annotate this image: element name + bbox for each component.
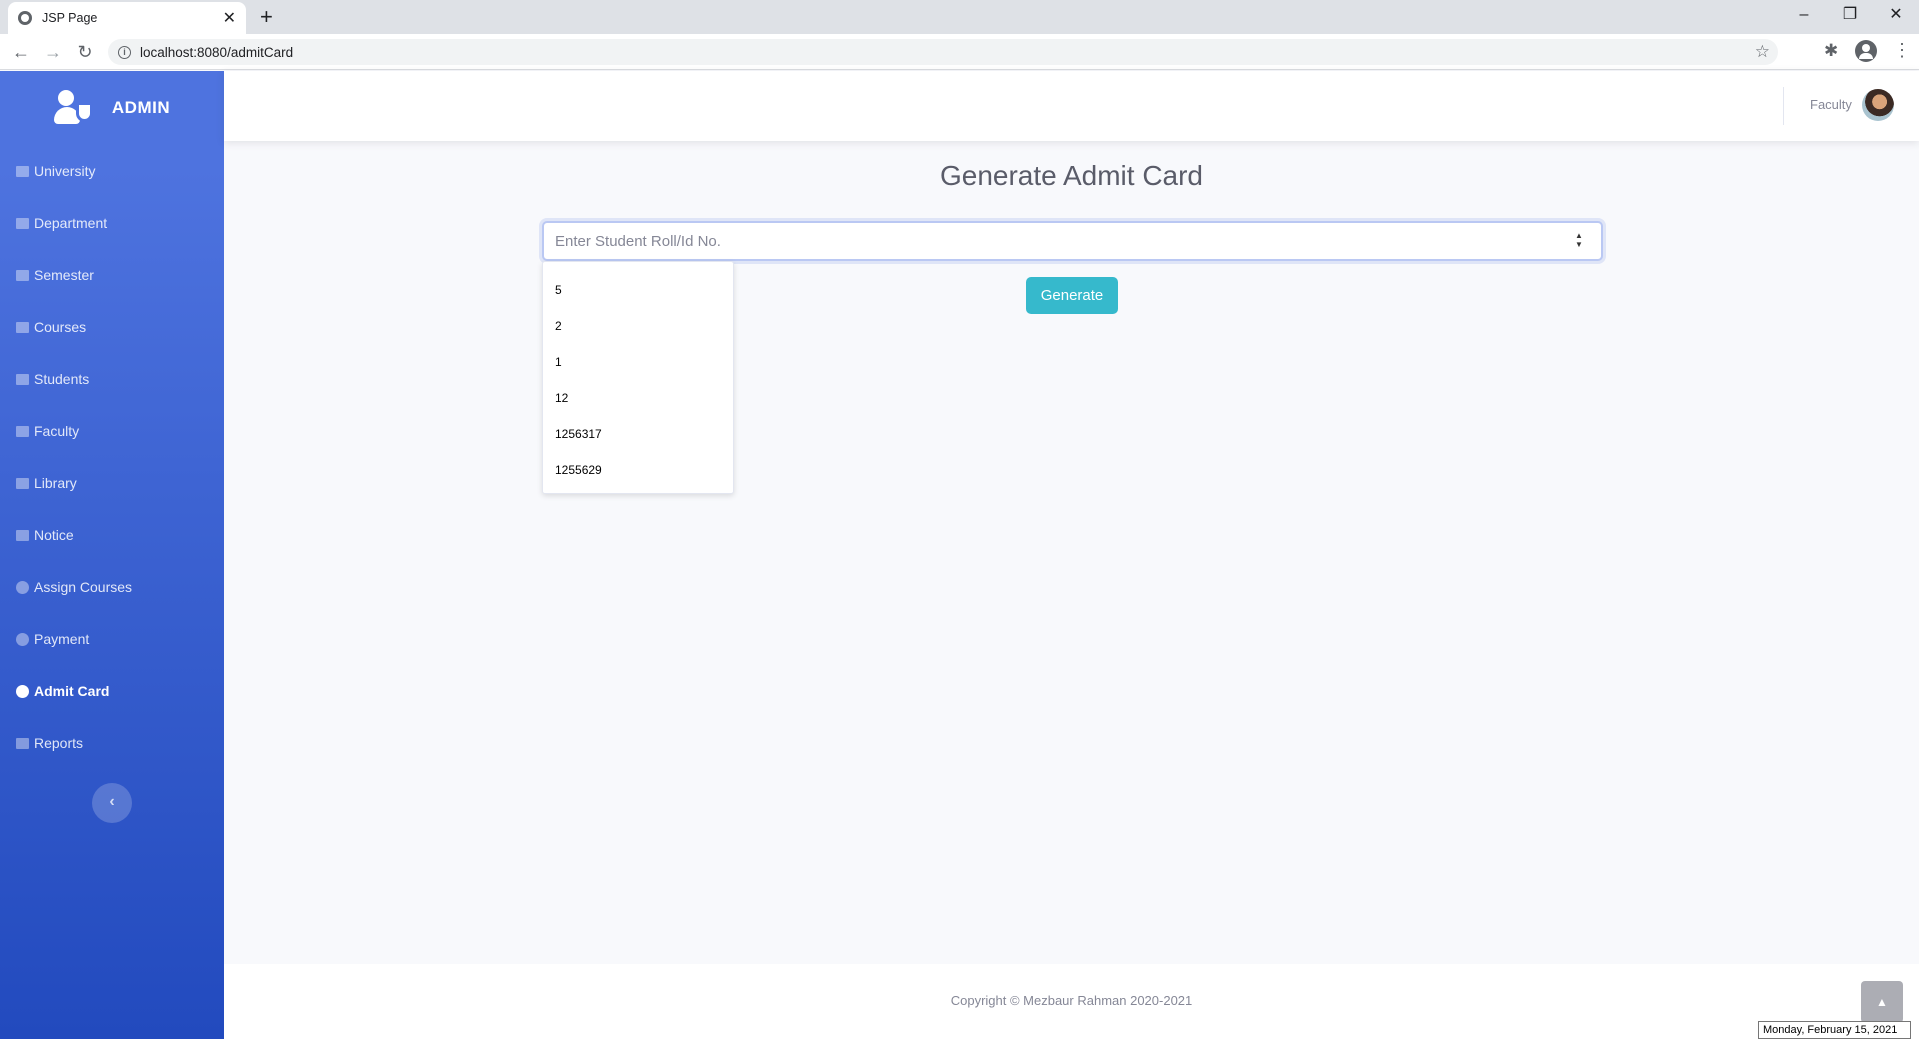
sidebar-item-label: Payment: [34, 631, 90, 647]
info-icon[interactable]: i: [118, 45, 131, 59]
book-icon: [16, 477, 29, 489]
sidebar-item-label: Courses: [34, 319, 87, 335]
sidebar-brand[interactable]: ADMIN: [0, 71, 224, 145]
forward-icon[interactable]: →: [41, 40, 65, 64]
browser-tab-strip: JSP Page ✕ + – ❐ ✕: [0, 0, 1919, 34]
generate-button[interactable]: Generate: [1026, 277, 1118, 314]
autocomplete-option[interactable]: 2: [543, 308, 733, 344]
sidebar-item-label: Library: [34, 475, 77, 491]
scroll-to-top-button[interactable]: ▲: [1861, 981, 1903, 1023]
sidebar-item-assign-courses[interactable]: Assign Courses: [0, 561, 224, 613]
sidebar-item-label: University: [34, 163, 96, 179]
autocomplete-option[interactable]: 1256317: [543, 416, 733, 452]
sidebar-item-admit-card[interactable]: Admit Card: [0, 665, 224, 717]
sidebar-item-label: Admit Card: [34, 683, 110, 699]
sidebar-item-department[interactable]: Department: [0, 197, 224, 249]
tab-title: JSP Page: [42, 11, 98, 25]
close-window-button[interactable]: ✕: [1873, 2, 1919, 28]
globe-icon: [18, 11, 32, 25]
minimize-button[interactable]: –: [1781, 2, 1827, 28]
file-icon: [16, 737, 29, 749]
roll-id-input[interactable]: [542, 221, 1603, 261]
sidebar-item-library[interactable]: Library: [0, 457, 224, 509]
table-icon: [16, 321, 29, 333]
autocomplete-option[interactable]: 1: [543, 344, 733, 380]
profile-icon[interactable]: [1855, 40, 1877, 62]
graduation-cap-icon: [16, 373, 29, 385]
sidebar: ADMIN University Department Semester Course…: [0, 71, 224, 1039]
reload-icon[interactable]: ↻: [73, 40, 97, 64]
bookmark-star-icon[interactable]: ☆: [1755, 42, 1770, 62]
university-icon: [16, 165, 29, 177]
sidebar-item-label: Semester: [34, 267, 94, 283]
sidebar-item-semester[interactable]: Semester: [0, 249, 224, 301]
sidebar-item-reports[interactable]: Reports: [0, 717, 224, 769]
number-spinner-icon[interactable]: ▲ ▼: [1573, 231, 1585, 251]
address-bar-row: ← → ↻ i localhost:8080/admitCard ☆ ✱: [0, 34, 1919, 70]
sidebar-item-label: Department: [34, 215, 108, 231]
sidebar-item-label: Notice: [34, 527, 74, 543]
circle-icon: [16, 580, 29, 594]
sidebar-item-courses[interactable]: Courses: [0, 301, 224, 353]
avatar[interactable]: [1862, 89, 1894, 121]
sidebar-item-label: Faculty: [34, 423, 80, 439]
topbar-divider: [1783, 87, 1784, 125]
back-icon[interactable]: ←: [9, 40, 33, 64]
browser-menu-icon[interactable]: ⋮: [1893, 40, 1911, 61]
page-title: Generate Admit Card: [939, 160, 1204, 191]
extensions-icon[interactable]: ✱: [1824, 41, 1838, 61]
tab-close-icon[interactable]: ✕: [223, 8, 236, 28]
sidebar-item-faculty[interactable]: Faculty: [0, 405, 224, 457]
table-icon: [16, 269, 29, 281]
sidebar-toggle-button[interactable]: ‹: [92, 783, 132, 823]
sidebar-item-payment[interactable]: Payment: [0, 613, 224, 665]
autocomplete-option[interactable]: 1255629: [543, 452, 733, 488]
sidebar-item-notice[interactable]: Notice: [0, 509, 224, 561]
user-shield-icon: [53, 90, 96, 126]
circle-icon: [16, 632, 29, 646]
brand-label: ADMIN: [111, 98, 171, 117]
sidebar-nav: University Department Semester Courses Stude…: [0, 145, 224, 769]
autocomplete-option[interactable]: 5: [543, 272, 733, 308]
id-card-icon: [16, 217, 29, 229]
sidebar-item-university[interactable]: University: [0, 145, 224, 197]
url-field[interactable]: i localhost:8080/admitCard ☆: [108, 39, 1778, 65]
sidebar-item-students[interactable]: Students: [0, 353, 224, 405]
user-name[interactable]: Faculty: [1810, 97, 1852, 112]
footer: Copyright © Mezbaur Rahman 2020-2021: [224, 964, 1919, 1039]
new-tab-button[interactable]: +: [260, 4, 273, 30]
topbar: Faculty: [224, 71, 1919, 141]
sidebar-item-label: Assign Courses: [34, 579, 133, 595]
autocomplete-option[interactable]: 12: [543, 380, 733, 416]
url-text: localhost:8080/admitCard: [140, 44, 294, 60]
sidebar-item-label: Reports: [34, 735, 84, 751]
sidebar-item-label: Students: [34, 371, 90, 387]
autocomplete-dropdown: 5 2 1 12 1256317 1255629: [542, 261, 734, 494]
flag-icon: [16, 529, 29, 541]
date-tooltip: Monday, February 15, 2021: [1758, 1021, 1911, 1039]
table-icon: [16, 425, 29, 437]
circle-icon: [16, 684, 29, 698]
copyright-text: Copyright © Mezbaur Rahman 2020-2021: [950, 993, 1193, 1008]
restore-button[interactable]: ❐: [1827, 2, 1873, 28]
browser-tab[interactable]: JSP Page ✕: [8, 2, 246, 34]
